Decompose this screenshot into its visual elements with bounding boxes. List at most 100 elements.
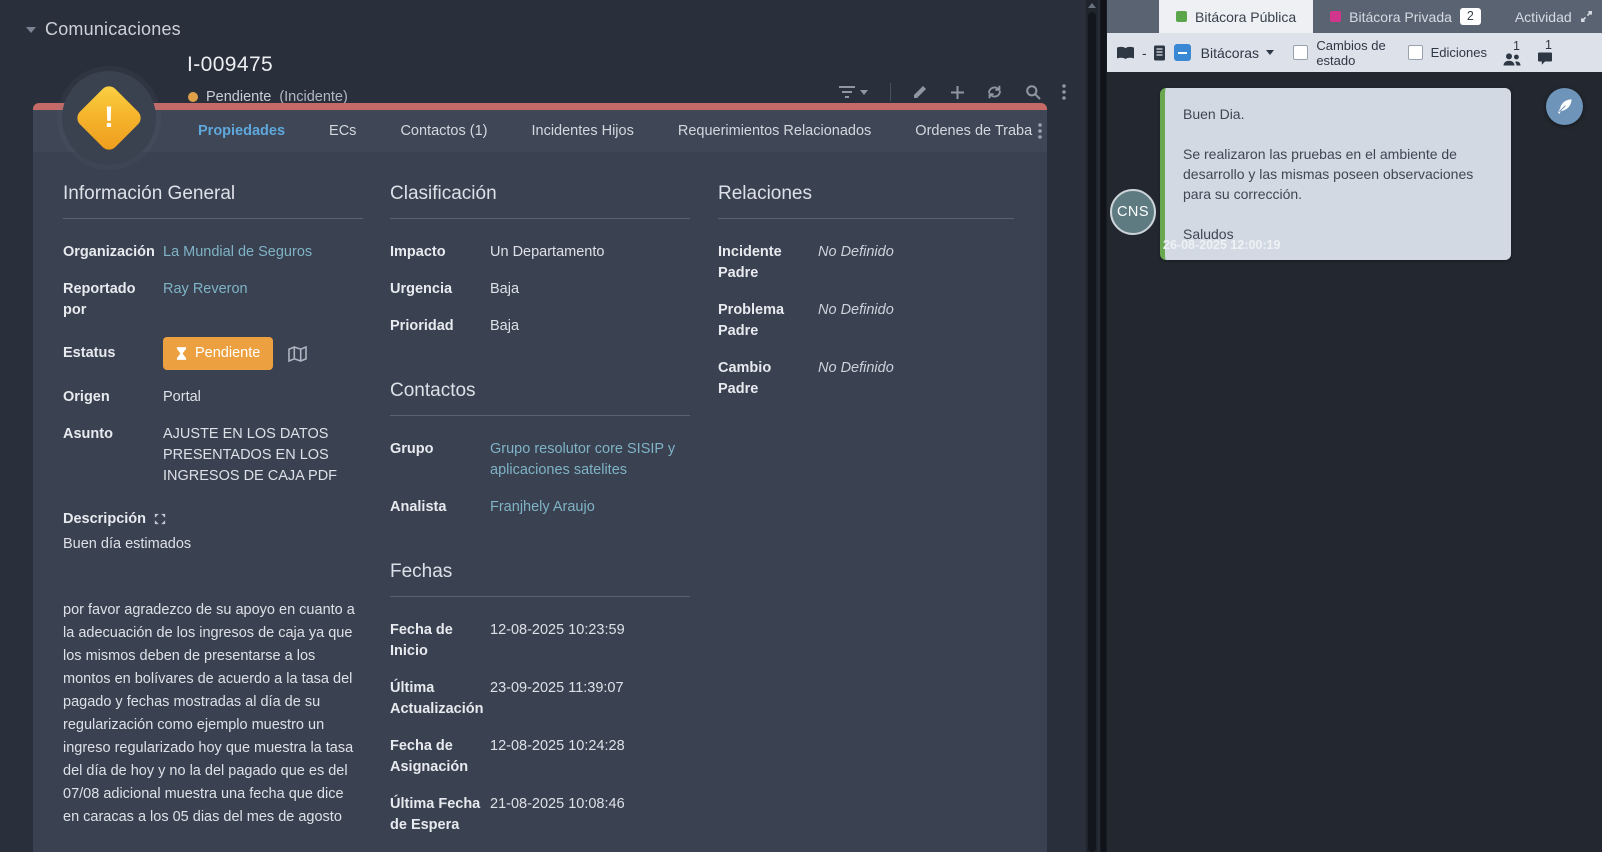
cambios-estado-checkbox[interactable] [1293,45,1308,60]
field-asunto: Asunto AJUSTE EN LOS DATOS PRESENTADOS E… [63,424,363,487]
workflow-map-icon[interactable] [288,346,307,362]
reportado-por-link[interactable]: Ray Reveron [163,279,363,321]
incident-toolbar [838,81,1066,103]
column-relaciones: Relaciones Incidente Padre No Definido P… [718,183,1014,416]
refresh-icon [986,84,1003,100]
field-fecha-inicio: Fecha de Inicio 12-08-2025 10:23:59 [390,620,690,662]
field-label: Problema Padre [718,300,818,342]
notebook-icon[interactable] [1153,45,1166,61]
analista-link[interactable]: Franjhely Araujo [490,497,690,518]
organizacion-link[interactable]: La Mundial de Seguros [163,242,363,263]
incident-id: I-009475 [187,53,273,77]
collapse-chevron-icon[interactable] [26,27,36,33]
bitacora-scrollbar[interactable] [1100,0,1107,852]
people-icon[interactable] [1503,53,1521,66]
log-entry-timestamp: 26-08-2025 12:00:19 [1163,238,1280,252]
tab-overflow-button[interactable] [1038,123,1042,139]
field-prioridad: Prioridad Baja [390,316,690,337]
field-grupo: Grupo Grupo resolutor core SISIP y aplic… [390,439,690,481]
tab-requerimientos-relacionados[interactable]: Requerimientos Relacionados [656,123,893,139]
field-label: Origen [63,387,163,408]
field-label: Impacto [390,242,490,263]
scrollbar-thumb[interactable] [1101,0,1106,852]
scroll-up-arrow-icon[interactable] [1088,3,1096,8]
tab-actividad[interactable]: Actividad [1498,0,1602,33]
expand-arrows-icon[interactable] [1580,10,1593,23]
search-icon [1025,84,1041,100]
bitacora-feed: Buen Dia. Se realizaron las pruebas en e… [1107,72,1602,852]
column-informacion-general: Información General Organización La Mund… [63,183,363,852]
field-label: Última Actualización [390,678,490,720]
edit-button[interactable] [912,84,928,100]
more-options-button[interactable] [1062,84,1066,100]
tab-bitacora-publica[interactable]: Bitácora Pública [1159,0,1313,33]
field-label: Urgencia [390,279,490,300]
grupo-link[interactable]: Grupo resolutor core SISIP y aplicacione… [490,439,690,481]
field-reportado-por: Reportado por Ray Reveron [63,279,363,321]
pencil-icon [912,84,928,100]
refresh-button[interactable] [986,84,1003,100]
tab-propiedades[interactable]: Propiedades [176,123,307,139]
warning-diamond-icon: ! [74,83,145,154]
page-header: Comunicaciones [26,19,181,40]
tab-ecs[interactable]: ECs [307,123,378,139]
field-label: Última Fecha de Espera [390,794,490,836]
tab-incidentes-hijos[interactable]: Incidentes Hijos [509,123,655,139]
comentarios-count-stack: 1 [1537,39,1553,66]
compose-entry-button[interactable] [1546,88,1583,125]
tab-contactos[interactable]: Contactos (1) [378,123,509,139]
incident-detail-panel: Comunicaciones ! I-009475 Pendiente (Inc… [0,0,1086,852]
asunto-value: AJUSTE EN LOS DATOS PRESENTADOS EN LOS I… [163,424,363,487]
hourglass-icon [176,347,187,360]
field-ultima-actualizacion: Última Actualización 23-09-2025 11:39:07 [390,678,690,720]
bitacora-toolbar: - Bitácoras Cambios de estado Ediciones … [1107,33,1602,72]
tab-row: Propiedades ECs Contactos (1) Incidentes… [33,110,1047,152]
incident-tabstrip: Propiedades ECs Contactos (1) Incidentes… [33,103,1047,152]
quill-icon [1556,98,1573,115]
message-line: Se realizaron las pruebas en el ambiente… [1183,144,1493,204]
open-book-icon[interactable] [1116,46,1135,60]
propiedades-card: Información General Organización La Mund… [33,152,1047,852]
field-origen: Origen Portal [63,387,363,408]
section-title-clasificacion: Clasificación [390,183,690,219]
field-label: Fecha de Inicio [390,620,490,662]
kebab-icon [1038,123,1042,139]
bitacoras-dropdown[interactable]: Bitácoras [1201,45,1274,61]
tab-ordenes-de-trabajo[interactable]: Ordenes de Traba [893,123,1036,139]
status-dot-icon [188,92,198,102]
field-cambio-padre: Cambio Padre No Definido [718,358,1014,400]
problema-padre-value: No Definido [818,300,1014,342]
ultima-fecha-espera-value: 21-08-2025 10:08:46 [490,794,690,836]
scrollbar-thumb[interactable] [1088,12,1096,852]
chat-bubble-icon[interactable] [1537,52,1553,66]
ediciones-checkbox[interactable] [1408,45,1423,60]
status-badge[interactable]: Pendiente [163,337,273,370]
field-label: Reportado por [63,279,163,321]
add-button[interactable] [950,85,965,100]
page-title: Comunicaciones [45,19,181,40]
search-button[interactable] [1025,84,1041,100]
field-label: Prioridad [390,316,490,337]
field-label: Cambio Padre [718,358,818,400]
bitacora-panel: Bitácora Pública Bitácora Privada 2 Acti… [1099,0,1602,852]
toolbar-separator: - [1142,45,1147,61]
section-title-contactos: Contactos [390,380,690,416]
ediciones-count-stack: 1 [1503,40,1521,66]
private-square-icon [1330,11,1341,22]
field-estatus: Estatus Pendiente [63,337,363,370]
descripcion-header: Descripción [63,511,363,527]
chevron-down-icon [1266,50,1274,55]
collapse-minus-icon[interactable] [1174,44,1191,61]
plus-icon [950,85,965,100]
toolbar-divider [890,83,891,101]
field-label: Estatus [63,343,163,364]
expand-icon[interactable] [154,513,166,525]
field-incidente-padre: Incidente Padre No Definido [718,242,1014,284]
message-line: Buen Dia. [1183,104,1493,124]
prioridad-value: Baja [490,316,690,337]
tab-bitacora-privada[interactable]: Bitácora Privada 2 [1313,0,1498,33]
incident-type-icon: ! [62,71,156,165]
left-panel-scrollbar[interactable] [1086,0,1098,852]
field-ultima-fecha-espera: Última Fecha de Espera 21-08-2025 10:08:… [390,794,690,836]
filter-button[interactable] [838,84,868,100]
